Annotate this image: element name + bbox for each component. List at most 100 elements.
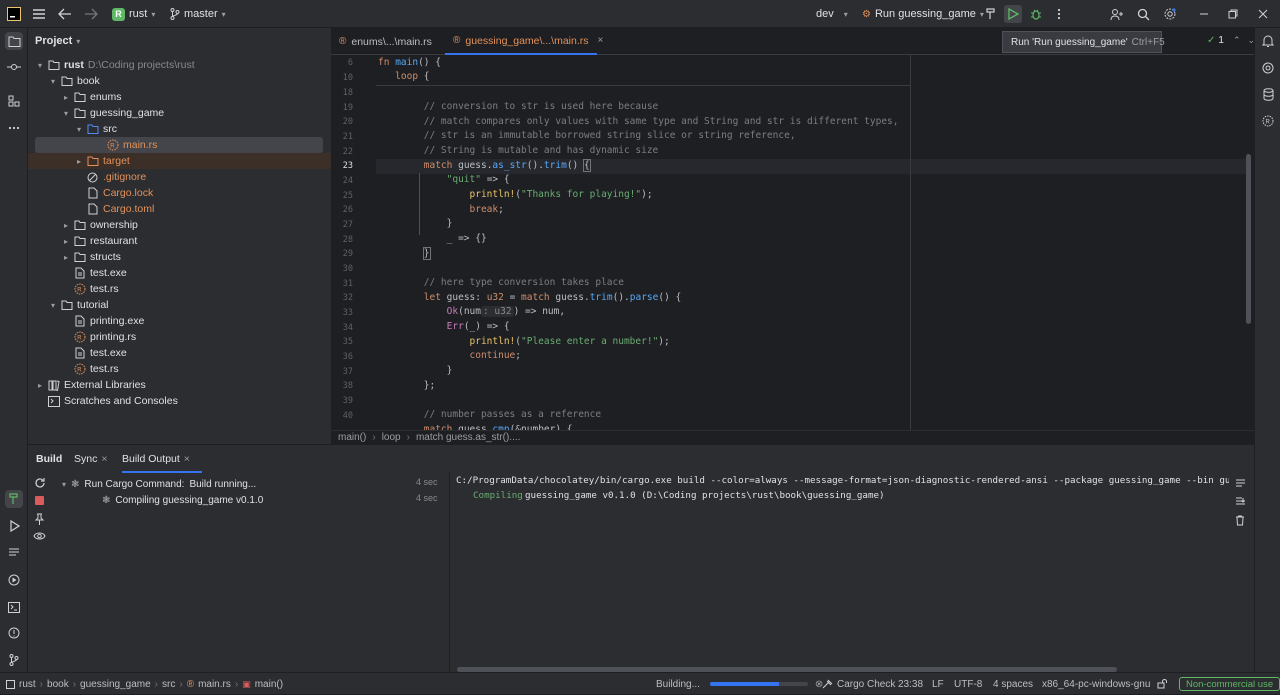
build-output-console[interactable]: C:/ProgramData/chocolatey/bin/cargo.exe … bbox=[449, 473, 1229, 673]
tab-build-output[interactable]: Build Output × bbox=[122, 445, 190, 473]
app-logo-icon[interactable] bbox=[5, 5, 23, 23]
problems-icon[interactable] bbox=[5, 624, 23, 642]
tab-enums-main-rs[interactable]: ® enums\...\main.rs bbox=[339, 28, 432, 55]
eye-icon[interactable] bbox=[33, 531, 46, 541]
indent-setting[interactable]: 4 spaces bbox=[993, 673, 1033, 695]
run-tool-icon[interactable] bbox=[5, 517, 23, 535]
tree-row-main-rs[interactable]: R main.rs bbox=[35, 137, 323, 153]
tab-sync[interactable]: Sync × bbox=[74, 445, 107, 473]
build-tree-row-compiling[interactable]: ❃ Compiling guessing_game v0.1.0 bbox=[102, 493, 263, 507]
tree-row-cargo-toml[interactable]: Cargo.toml bbox=[28, 201, 331, 217]
nav-path-item[interactable]: src bbox=[162, 679, 175, 690]
tree-row-target[interactable]: ▸ target bbox=[28, 153, 331, 169]
tree-row-book[interactable]: ▾ book bbox=[28, 73, 331, 89]
tree-row-root[interactable]: ▾ rust D:\Coding projects\rust bbox=[28, 57, 331, 73]
restore-icon[interactable] bbox=[1224, 5, 1242, 23]
read-only-lock-icon[interactable] bbox=[1157, 673, 1168, 695]
structure-icon[interactable] bbox=[5, 92, 23, 110]
project-folder-icon[interactable] bbox=[5, 32, 23, 50]
rust-file-icon: ® bbox=[339, 36, 347, 47]
tree-row-src[interactable]: ▾ src bbox=[28, 121, 331, 137]
add-user-icon[interactable] bbox=[1108, 5, 1126, 23]
nav-path-item[interactable]: main() bbox=[255, 679, 283, 690]
license-badge[interactable]: Non-commercial use bbox=[1179, 677, 1280, 691]
settings-gear-icon[interactable] bbox=[1161, 5, 1179, 23]
commit-icon[interactable] bbox=[5, 58, 23, 76]
tree-row-test-exe[interactable]: test.exe bbox=[28, 265, 331, 281]
project-selector[interactable]: R rust ▾ bbox=[112, 0, 155, 28]
code-area[interactable]: fn main() { loop { // conversion to str … bbox=[376, 55, 1251, 430]
breadcrumb-item[interactable]: main() bbox=[338, 432, 366, 443]
tree-row-enums[interactable]: ▸ enums bbox=[28, 89, 331, 105]
run-icon[interactable] bbox=[1004, 5, 1022, 23]
forward-icon[interactable] bbox=[82, 5, 100, 23]
tree-row-tutorial-test-rs[interactable]: R test.rs bbox=[28, 361, 331, 377]
line-separator[interactable]: LF bbox=[932, 673, 944, 695]
ai-assistant-icon[interactable] bbox=[1259, 59, 1277, 77]
stop-icon[interactable] bbox=[35, 496, 44, 505]
nav-path-item[interactable]: rust bbox=[19, 679, 36, 690]
tree-row-cargo-lock[interactable]: Cargo.lock bbox=[28, 185, 331, 201]
clear-all-icon[interactable] bbox=[1235, 515, 1245, 526]
tree-label: test.rs bbox=[90, 363, 119, 375]
tree-row-structs[interactable]: ▸ structs bbox=[28, 249, 331, 265]
file-encoding[interactable]: UTF-8 bbox=[954, 673, 982, 695]
dev-selector[interactable]: dev ▾ bbox=[816, 0, 848, 28]
close-tab-icon[interactable]: × bbox=[184, 453, 190, 465]
minimize-icon[interactable] bbox=[1195, 5, 1213, 23]
tree-row-scratches[interactable]: Scratches and Consoles bbox=[28, 393, 331, 409]
build-progress[interactable]: Building... ⊗ bbox=[656, 673, 823, 695]
nav-path-item[interactable]: book bbox=[47, 679, 69, 690]
services-icon[interactable] bbox=[5, 571, 23, 589]
database-icon[interactable] bbox=[1259, 85, 1277, 103]
build-tool-icon[interactable] bbox=[5, 490, 23, 508]
tree-row-ownership[interactable]: ▸ ownership bbox=[28, 217, 331, 233]
caret-position[interactable]: 23:38 bbox=[898, 673, 923, 695]
code-line: break; bbox=[469, 204, 504, 215]
todo-list-icon[interactable] bbox=[5, 544, 23, 562]
tab-build[interactable]: Build bbox=[36, 445, 62, 473]
tree-row-external-libraries[interactable]: ▸ External Libraries bbox=[28, 377, 331, 393]
main-menu-icon[interactable] bbox=[30, 5, 48, 23]
breadcrumb-item[interactable]: loop bbox=[382, 432, 401, 443]
build-target[interactable]: x86_64-pc-windows-gnu bbox=[1042, 673, 1150, 695]
tree-row-tutorial[interactable]: ▾ tutorial bbox=[28, 297, 331, 313]
pin-icon[interactable] bbox=[34, 513, 45, 525]
more-tools-icon[interactable] bbox=[5, 119, 23, 137]
tree-row-tutorial-test-exe[interactable]: test.exe bbox=[28, 345, 331, 361]
debug-icon[interactable] bbox=[1027, 5, 1045, 23]
nav-path-item[interactable]: guessing_game bbox=[80, 679, 151, 690]
close-tab-icon[interactable]: × bbox=[598, 35, 604, 46]
run-config-selector[interactable]: ⚙ Run guessing_game ▾ bbox=[862, 0, 984, 28]
tree-row-guessing-game[interactable]: ▾ guessing_game bbox=[28, 105, 331, 121]
scroll-to-end-icon[interactable] bbox=[1235, 497, 1246, 507]
back-icon[interactable] bbox=[56, 5, 74, 23]
close-tab-icon[interactable]: × bbox=[101, 453, 107, 465]
rust-toolchain-icon[interactable]: R bbox=[1259, 112, 1277, 130]
soft-wrap-icon[interactable] bbox=[1235, 479, 1246, 489]
git-icon[interactable] bbox=[5, 651, 23, 669]
rerun-icon[interactable] bbox=[34, 477, 46, 489]
tree-row-restaurant[interactable]: ▸ restaurant bbox=[28, 233, 331, 249]
tree-row-test-rs[interactable]: R test.rs bbox=[28, 281, 331, 297]
nav-path-item[interactable]: main.rs bbox=[198, 679, 231, 690]
breadcrumb-item[interactable]: match guess.as_str().... bbox=[416, 432, 520, 443]
close-window-icon[interactable] bbox=[1254, 5, 1272, 23]
search-icon[interactable] bbox=[1134, 5, 1152, 23]
tab-guessing-game-main-rs[interactable]: ® guessing_game\...\main.rs × bbox=[445, 28, 603, 55]
terminal-icon[interactable] bbox=[5, 598, 23, 616]
notifications-icon[interactable] bbox=[1259, 32, 1277, 50]
tree-row-printing-rs[interactable]: R printing.rs bbox=[28, 329, 331, 345]
more-actions-icon[interactable] bbox=[1050, 5, 1068, 23]
right-tool-strip: R bbox=[1254, 28, 1280, 672]
editor-scrollbar[interactable] bbox=[1246, 154, 1251, 324]
tooltip-text: Run 'Run guessing_game' bbox=[1011, 36, 1128, 48]
tree-row-gitignore[interactable]: .gitignore bbox=[28, 169, 331, 185]
branch-selector[interactable]: master ▾ bbox=[170, 0, 226, 28]
build-hammer-icon[interactable] bbox=[982, 5, 1000, 23]
inspection-widget[interactable]: ✓ 1 ⌃ ⌄ bbox=[1207, 35, 1255, 46]
project-panel-header[interactable]: Project ▾ bbox=[35, 33, 80, 49]
tree-row-printing-exe[interactable]: printing.exe bbox=[28, 313, 331, 329]
cargo-check-widget[interactable]: Cargo Check bbox=[822, 673, 895, 695]
build-tree-row-run-cargo[interactable]: ▾ ❃ Run Cargo Command: Build running... bbox=[62, 477, 256, 491]
